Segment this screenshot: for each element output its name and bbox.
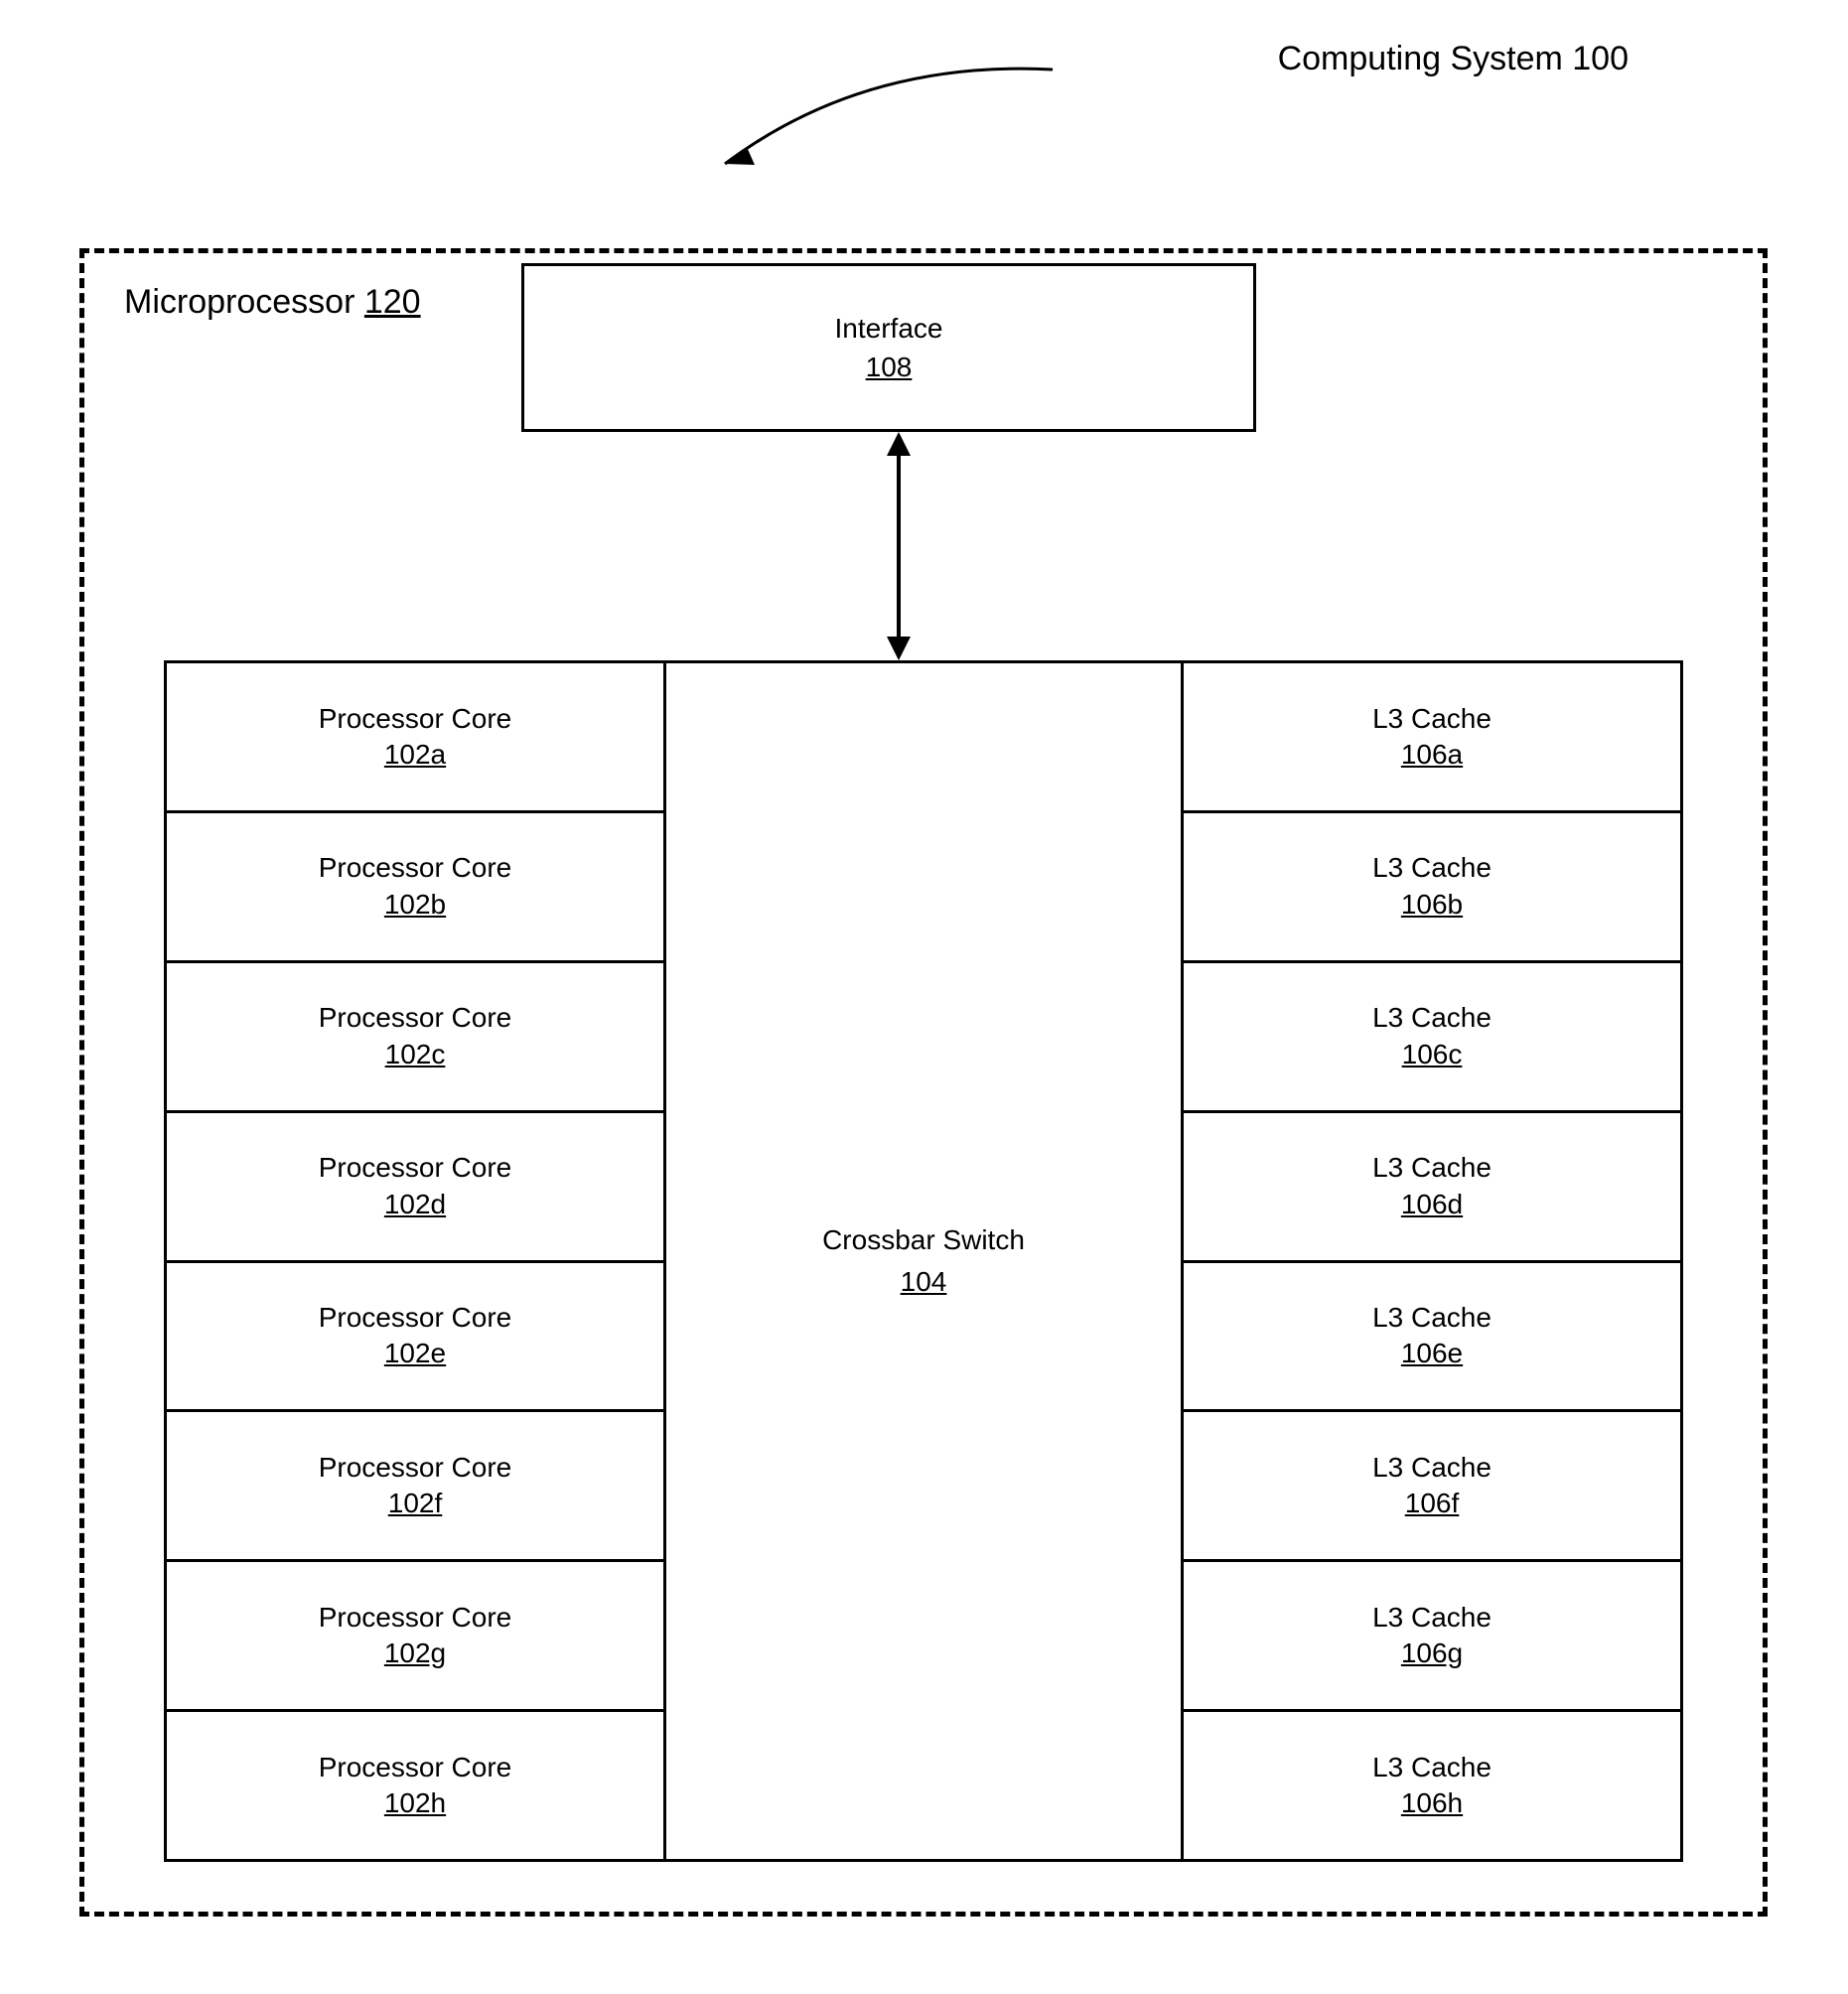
core-ref: 102b bbox=[384, 887, 446, 923]
l3-cache-block: L3 Cache 106e bbox=[1184, 1263, 1680, 1413]
cache-ref: 106d bbox=[1401, 1187, 1463, 1222]
cache-label: L3 Cache bbox=[1372, 1300, 1492, 1336]
cache-label: L3 Cache bbox=[1372, 701, 1492, 737]
core-ref: 102a bbox=[384, 737, 446, 773]
l3-cache-column: L3 Cache 106a L3 Cache 106b L3 Cache 106… bbox=[1184, 663, 1680, 1859]
processor-core-block: Processor Core 102d bbox=[167, 1113, 663, 1263]
title-text: Computing System 100 bbox=[1278, 40, 1629, 77]
core-label: Processor Core bbox=[319, 1450, 512, 1486]
title-pointer-arrow bbox=[665, 50, 1063, 189]
interface-block: Interface 108 bbox=[521, 263, 1256, 432]
cache-label: L3 Cache bbox=[1372, 1450, 1492, 1486]
processor-core-block: Processor Core 102f bbox=[167, 1412, 663, 1562]
core-label: Processor Core bbox=[319, 850, 512, 886]
l3-cache-block: L3 Cache 106c bbox=[1184, 963, 1680, 1113]
l3-cache-block: L3 Cache 106h bbox=[1184, 1712, 1680, 1859]
core-ref: 102c bbox=[385, 1037, 446, 1072]
processor-core-block: Processor Core 102a bbox=[167, 663, 663, 813]
crossbar-switch-block: Crossbar Switch 104 bbox=[663, 663, 1184, 1859]
cache-ref: 106e bbox=[1401, 1336, 1463, 1371]
processor-core-block: Processor Core 102h bbox=[167, 1712, 663, 1859]
processor-cores-column: Processor Core 102a Processor Core 102b … bbox=[167, 663, 663, 1859]
core-ref: 102f bbox=[388, 1486, 443, 1521]
cache-label: L3 Cache bbox=[1372, 1600, 1492, 1636]
cache-ref: 106h bbox=[1401, 1785, 1463, 1821]
core-label: Processor Core bbox=[319, 1000, 512, 1036]
microprocessor-boundary: Microprocessor 120 Interface 108 Process… bbox=[79, 248, 1768, 1917]
diagram-title: Computing System 100 bbox=[1278, 40, 1629, 78]
cache-label: L3 Cache bbox=[1372, 850, 1492, 886]
microprocessor-label-text: Microprocessor bbox=[124, 283, 355, 321]
core-label: Processor Core bbox=[319, 1750, 512, 1785]
processor-core-block: Processor Core 102e bbox=[167, 1263, 663, 1413]
core-label: Processor Core bbox=[319, 701, 512, 737]
core-label: Processor Core bbox=[319, 1150, 512, 1186]
l3-cache-block: L3 Cache 106g bbox=[1184, 1562, 1680, 1712]
cache-label: L3 Cache bbox=[1372, 1150, 1492, 1186]
core-label: Processor Core bbox=[319, 1600, 512, 1636]
core-ref: 102g bbox=[384, 1636, 446, 1671]
l3-cache-block: L3 Cache 106f bbox=[1184, 1412, 1680, 1562]
crossbar-label: Crossbar Switch bbox=[822, 1219, 1025, 1261]
cache-label: L3 Cache bbox=[1372, 1750, 1492, 1785]
main-block-grid: Processor Core 102a Processor Core 102b … bbox=[164, 660, 1683, 1862]
l3-cache-block: L3 Cache 106a bbox=[1184, 663, 1680, 813]
interface-ref: 108 bbox=[866, 348, 913, 386]
cache-ref: 106g bbox=[1401, 1636, 1463, 1671]
cache-ref: 106c bbox=[1402, 1037, 1463, 1072]
cache-label: L3 Cache bbox=[1372, 1000, 1492, 1036]
processor-core-block: Processor Core 102b bbox=[167, 813, 663, 963]
processor-core-block: Processor Core 102c bbox=[167, 963, 663, 1113]
cache-ref: 106a bbox=[1401, 737, 1463, 773]
core-ref: 102e bbox=[384, 1336, 446, 1371]
microprocessor-ref: 120 bbox=[364, 283, 421, 321]
cache-ref: 106f bbox=[1405, 1486, 1460, 1521]
interface-label: Interface bbox=[835, 309, 943, 348]
bidirectional-arrow-icon bbox=[879, 432, 919, 660]
cache-ref: 106b bbox=[1401, 887, 1463, 923]
diagram-canvas: Computing System 100 Microprocessor 120 … bbox=[40, 40, 1807, 1946]
core-ref: 102d bbox=[384, 1187, 446, 1222]
processor-core-block: Processor Core 102g bbox=[167, 1562, 663, 1712]
l3-cache-block: L3 Cache 106b bbox=[1184, 813, 1680, 963]
core-label: Processor Core bbox=[319, 1300, 512, 1336]
core-ref: 102h bbox=[384, 1785, 446, 1821]
crossbar-ref: 104 bbox=[901, 1261, 947, 1303]
l3-cache-block: L3 Cache 106d bbox=[1184, 1113, 1680, 1263]
microprocessor-label: Microprocessor 120 bbox=[124, 283, 421, 322]
